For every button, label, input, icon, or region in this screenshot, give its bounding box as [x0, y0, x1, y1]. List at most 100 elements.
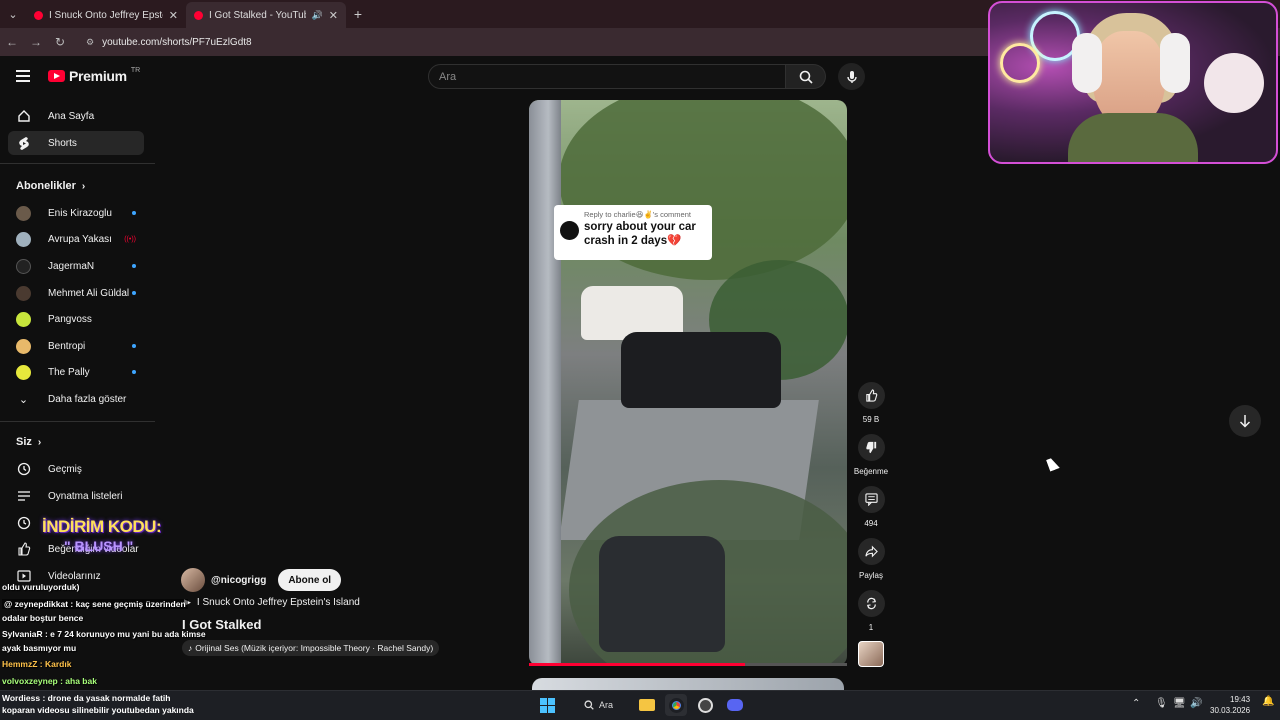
country-code: TR — [130, 66, 141, 74]
chrome-icon — [668, 697, 684, 713]
chrome-button[interactable] — [665, 694, 687, 716]
avatar — [16, 258, 31, 274]
chat-message: @ zeynepdikkat : kaç sene geçmiş üzerind… — [2, 599, 188, 609]
url-text: youtube.com/shorts/PF7uEzlGdt8 — [102, 36, 252, 48]
subscription-item[interactable]: Avrupa Yakası ((•)) — [16, 229, 136, 249]
avatar — [16, 205, 31, 221]
show-more-button[interactable]: ⌄ Daha fazla göster — [16, 389, 136, 409]
nav-label: Geçmiş — [48, 463, 82, 475]
thumbs-up-icon[interactable] — [857, 382, 885, 409]
start-button[interactable] — [536, 694, 558, 716]
search-input[interactable]: Ara — [428, 64, 786, 89]
like-action[interactable]: 59 B — [851, 382, 891, 424]
new-tab-button[interactable]: + — [346, 6, 370, 22]
neon-light — [1000, 43, 1040, 83]
comment-icon[interactable] — [857, 486, 885, 513]
discount-code: " BLUSH " — [64, 538, 134, 554]
microphone-icon — [846, 70, 857, 83]
sound-thumbnail[interactable] — [858, 641, 884, 667]
subscription-item[interactable]: Bentropi — [16, 336, 136, 356]
nav-shorts[interactable]: Shorts — [8, 131, 144, 155]
nav-label: Ana Sayfa — [48, 110, 95, 122]
avatar — [16, 311, 31, 327]
share-icon[interactable] — [857, 538, 885, 565]
voice-search-button[interactable] — [838, 63, 865, 90]
network-icon[interactable]: 🖥 — [1173, 698, 1186, 709]
back-button[interactable]: ← — [0, 35, 24, 49]
new-content-dot — [132, 264, 136, 268]
new-content-dot — [132, 370, 136, 374]
channel-name[interactable]: @nicogrigg — [211, 575, 266, 586]
channel-avatar[interactable] — [181, 568, 205, 592]
tab-search-menu[interactable]: ⌄ — [0, 0, 26, 28]
linked-video[interactable]: ▶ I Snuck Onto Jeffrey Epstein's Island — [184, 597, 360, 608]
forward-button[interactable]: → — [24, 35, 48, 49]
nav-playlists[interactable]: Oynatma listeleri — [8, 484, 144, 508]
share-action[interactable]: Paylaş — [851, 538, 891, 580]
webcam-shirt — [1068, 113, 1198, 162]
section-title: Abonelikler — [16, 180, 76, 192]
subscription-name: Mehmet Ali Güldal — [48, 287, 130, 299]
subscribe-button[interactable]: Abone ol — [278, 569, 342, 591]
like-count: 59 B — [862, 415, 880, 424]
tab-title: I Snuck Onto Jeffrey Epstein's Isl — [49, 9, 163, 21]
subscription-item[interactable]: Enis Kirazoglu — [16, 203, 136, 223]
menu-icon[interactable] — [16, 70, 30, 82]
chevron-down-icon: ⌄ — [18, 393, 29, 406]
comments-action[interactable]: 494 — [851, 486, 891, 528]
shorts-icon — [16, 135, 32, 151]
nav-history[interactable]: Geçmiş — [8, 457, 144, 481]
commenter-avatar — [560, 221, 579, 240]
microphone-tray-icon[interactable]: 🎙 — [1155, 698, 1168, 709]
audio-playing-icon[interactable]: 🔊 — [312, 10, 323, 21]
subscription-item[interactable]: Pangvoss — [16, 309, 136, 329]
short-video-player[interactable] — [529, 100, 847, 666]
notification-icon[interactable]: 🔔 — [1262, 696, 1274, 707]
share-label: Paylaş — [858, 571, 883, 580]
subscription-name: JagermaN — [48, 260, 95, 272]
address-input[interactable]: ⚙ youtube.com/shorts/PF7uEzlGdt8 — [78, 31, 958, 53]
subscription-item[interactable]: The Pally — [16, 362, 136, 382]
thumbs-down-icon[interactable] — [857, 434, 885, 461]
nav-label: Oynatma listeleri — [48, 490, 123, 502]
divider — [0, 421, 155, 422]
discount-code-title: İNDİRİM KODU: — [42, 517, 162, 536]
nav-home[interactable]: Ana Sayfa — [8, 104, 144, 128]
video-scene-wall — [529, 100, 561, 666]
avatar — [16, 364, 31, 380]
chat-message: oldu vuruluyorduk) — [2, 582, 80, 592]
nav-label: Shorts — [48, 137, 77, 149]
search-button[interactable] — [786, 64, 826, 89]
file-explorer-button[interactable] — [636, 694, 658, 716]
youtube-favicon-icon — [34, 10, 43, 20]
you-header[interactable]: Siz › — [16, 436, 41, 448]
taskbar-search-label: Ara — [599, 700, 614, 710]
windows-icon — [539, 697, 555, 713]
video-progress-bar[interactable] — [529, 663, 847, 666]
taskbar-search[interactable]: Ara — [578, 695, 619, 715]
system-clock[interactable]: 19:43 30.03.2026 — [1210, 694, 1250, 716]
tray-overflow-icon[interactable]: ⌃ — [1132, 698, 1140, 709]
tab-epstein[interactable]: I Snuck Onto Jeffrey Epstein's Isl ✕ — [26, 2, 186, 28]
remix-icon[interactable] — [857, 590, 885, 617]
dislike-action[interactable]: Beğenme — [851, 434, 891, 476]
site-info-icon[interactable]: ⚙ — [86, 37, 94, 48]
subscriptions-header[interactable]: Abonelikler › — [16, 180, 85, 192]
remix-action[interactable]: 1 — [851, 590, 891, 632]
obs-button[interactable] — [694, 694, 716, 716]
subscription-name: Enis Kirazoglu — [48, 207, 112, 219]
youtube-logo[interactable]: Premium TR — [48, 66, 141, 84]
discord-button[interactable] — [724, 694, 746, 716]
tab-stalked[interactable]: I Got Stalked - YouTube 🔊 ✕ — [186, 2, 346, 28]
next-short-button[interactable] — [1229, 405, 1261, 437]
close-tab-icon[interactable]: ✕ — [169, 9, 178, 22]
music-chip[interactable]: ♪ Orijinal Ses (Müzik içeriyor: Impossib… — [182, 640, 440, 656]
volume-icon[interactable]: 🔊 — [1190, 698, 1202, 709]
subscription-item[interactable]: JagermaN — [16, 256, 136, 276]
clock-icon — [16, 515, 32, 531]
clock-time: 19:43 — [1230, 695, 1251, 704]
close-tab-icon[interactable]: ✕ — [329, 9, 338, 22]
subscription-item[interactable]: Mehmet Ali Güldal — [16, 283, 136, 303]
reload-button[interactable]: ↻ — [48, 35, 72, 49]
nav-label: Videolarınız — [48, 570, 101, 582]
